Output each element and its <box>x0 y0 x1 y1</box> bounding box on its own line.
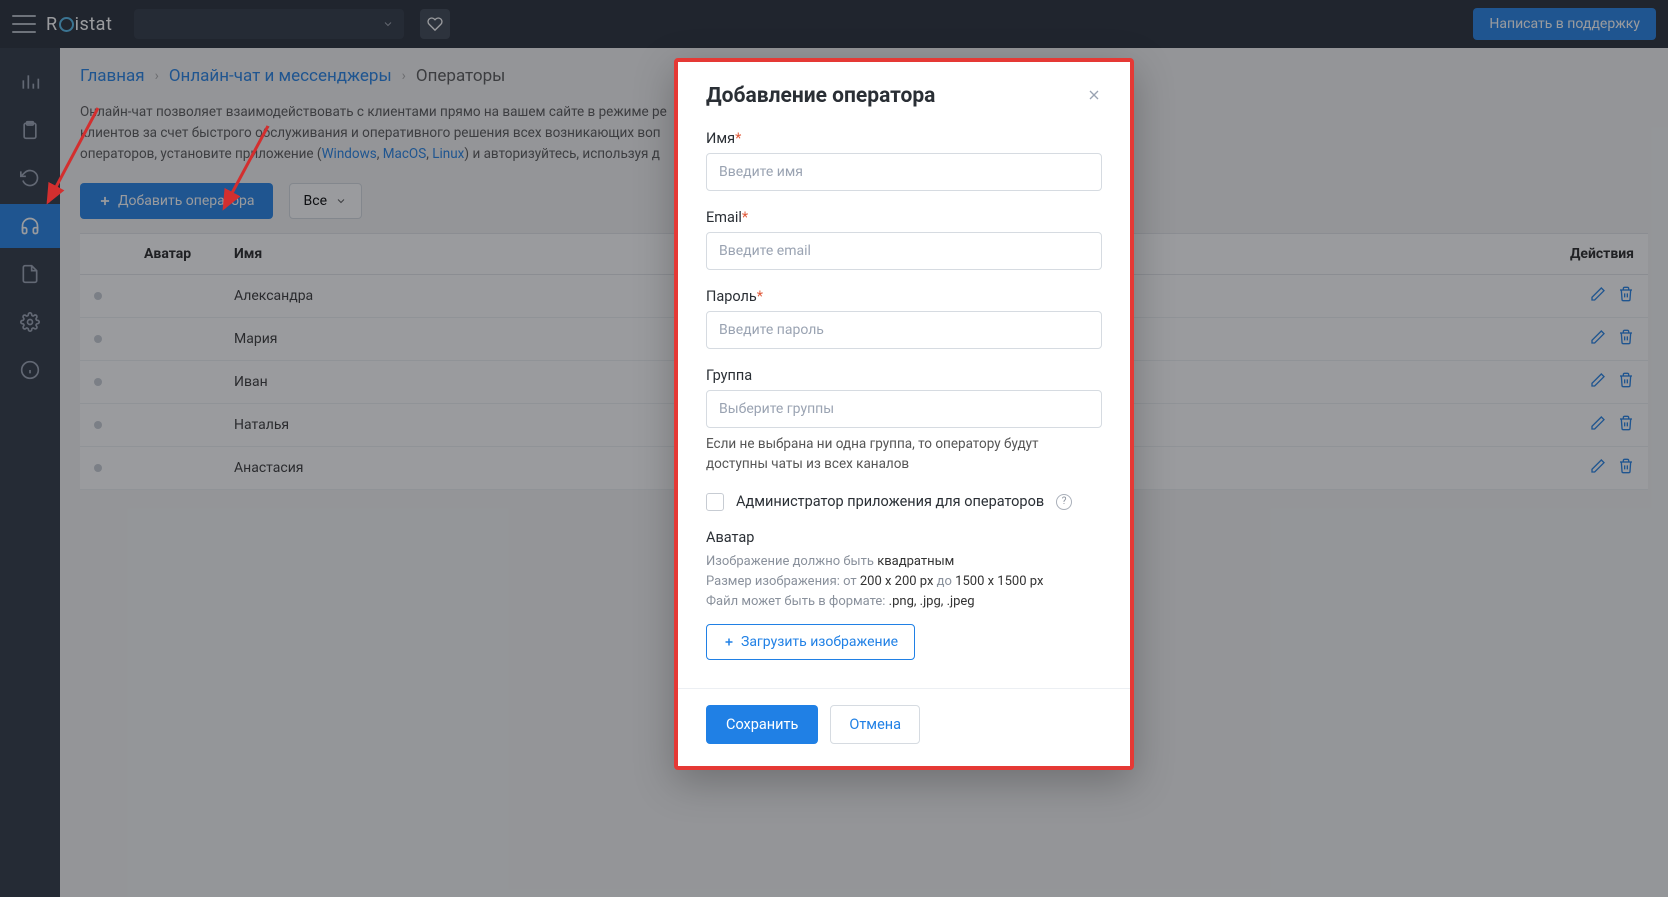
modal-close-button[interactable] <box>1086 84 1102 108</box>
email-input[interactable] <box>706 232 1102 270</box>
name-label: Имя* <box>706 130 1102 147</box>
name-input[interactable] <box>706 153 1102 191</box>
admin-label: Администратор приложения для операторов <box>736 493 1044 510</box>
upload-label: Загрузить изображение <box>741 634 898 650</box>
group-hint: Если не выбрана ни одна группа, то опера… <box>706 434 1102 475</box>
plus-icon <box>723 636 735 648</box>
modal-title: Добавление оператора <box>706 84 935 108</box>
close-icon <box>1086 87 1102 103</box>
admin-checkbox[interactable] <box>706 493 724 511</box>
email-label: Email* <box>706 209 1102 226</box>
password-input[interactable] <box>706 311 1102 349</box>
password-label: Пароль* <box>706 288 1102 305</box>
help-icon[interactable]: ? <box>1056 494 1072 510</box>
cancel-button[interactable]: Отмена <box>830 705 920 744</box>
save-button[interactable]: Сохранить <box>706 705 818 744</box>
group-select[interactable] <box>706 390 1102 428</box>
group-label: Группа <box>706 367 1102 384</box>
upload-avatar-button[interactable]: Загрузить изображение <box>706 624 915 660</box>
avatar-hint: Изображение должно быть квадратным Разме… <box>706 552 1102 612</box>
add-operator-modal: Добавление оператора Имя* Email* Пароль*… <box>674 58 1134 770</box>
avatar-label: Аватар <box>706 529 1102 546</box>
